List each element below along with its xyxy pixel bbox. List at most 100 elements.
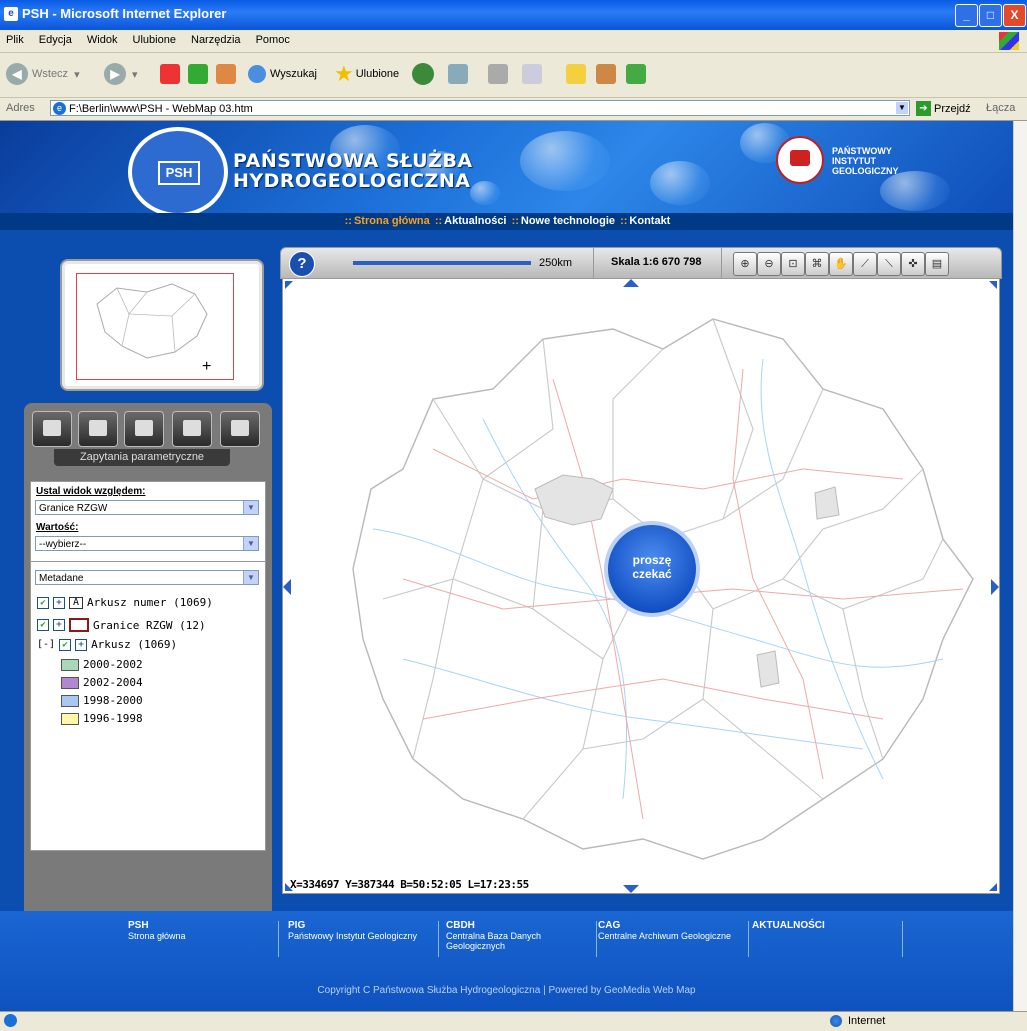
footer-link-cbdh[interactable]: CBDH Centralna Baza Danych Geologicznych bbox=[446, 921, 597, 957]
pig-line3: GEOLOGICZNY bbox=[832, 166, 899, 176]
messenger-button[interactable] bbox=[626, 59, 646, 89]
window-title: PSH - Microsoft Internet Explorer bbox=[22, 6, 227, 21]
notes-icon bbox=[566, 64, 586, 84]
top-navigation: :: Strona główna :: Aktualności :: Nowe tec… bbox=[0, 213, 1013, 230]
nav-contact[interactable]: Kontakt bbox=[629, 215, 670, 227]
footer-title: CAG bbox=[598, 920, 621, 931]
expand-icon[interactable]: + bbox=[53, 619, 65, 631]
mail-button[interactable] bbox=[448, 59, 468, 89]
menu-favorites[interactable]: Ulubione bbox=[127, 30, 182, 46]
user-icon bbox=[231, 420, 249, 436]
zoom-in-tool[interactable]: ⊕ bbox=[733, 252, 757, 276]
expand-icon[interactable]: + bbox=[75, 638, 88, 651]
home-button[interactable] bbox=[216, 59, 236, 89]
corner-arrow-ne[interactable] bbox=[989, 281, 997, 289]
menu-help[interactable]: Pomoc bbox=[250, 30, 296, 46]
corner-arrow-se[interactable] bbox=[989, 883, 997, 891]
zoom-out-icon: ⊖ bbox=[764, 258, 774, 270]
favorites-button[interactable]: ★ Ulubione bbox=[334, 59, 399, 89]
refresh-icon bbox=[188, 64, 208, 84]
notes-button[interactable] bbox=[566, 59, 586, 89]
menu-tools[interactable]: Narzędzia bbox=[185, 30, 247, 46]
tab-layers[interactable] bbox=[32, 411, 72, 447]
star-icon: ★ bbox=[334, 61, 354, 86]
legend-label: Arkusz (1069) bbox=[91, 638, 178, 651]
expand-icon[interactable]: + bbox=[53, 596, 65, 609]
page-icon: e bbox=[53, 102, 66, 115]
address-label: Adres bbox=[6, 102, 35, 114]
legend-range: 2002-2004 bbox=[61, 676, 143, 689]
address-dropdown-icon[interactable]: ▼ bbox=[896, 102, 908, 114]
loading-text-line1: proszę bbox=[632, 553, 672, 567]
footer-link-psh[interactable]: PSH Strona główna bbox=[128, 921, 279, 957]
measure-area-tool[interactable]: ⟍ bbox=[877, 252, 901, 276]
pig-logo[interactable]: PAŃSTWOWY INSTYTUT GEOLOGICZNY bbox=[776, 136, 936, 186]
edit-button[interactable] bbox=[522, 59, 542, 89]
zoom-window-tool[interactable]: ⊡ bbox=[781, 252, 805, 276]
maximize-button[interactable]: □ bbox=[979, 4, 1002, 27]
refresh-button[interactable] bbox=[188, 59, 208, 89]
nav-home[interactable]: Strona główna bbox=[354, 215, 430, 227]
forward-button[interactable]: ▶ ▾ bbox=[104, 59, 138, 89]
address-input[interactable]: e F:\Berlin\www\PSH - WebMap 03.htm bbox=[50, 100, 910, 116]
pan-tool[interactable]: ✋ bbox=[829, 252, 853, 276]
menu-bar: Plik Edycja Widok Ulubione Narzędzia Pom… bbox=[0, 30, 1027, 53]
color-swatch bbox=[61, 676, 79, 689]
view-label: Ustal widok względem: bbox=[36, 486, 146, 497]
value-select[interactable]: --wybierz-- ▼ bbox=[35, 536, 259, 551]
menu-edit[interactable]: Edycja bbox=[33, 30, 78, 46]
collapse-icon[interactable]: [-] bbox=[37, 639, 55, 650]
measure-icon: ⟋ bbox=[861, 258, 869, 270]
coordinates-tool[interactable]: ✜ bbox=[901, 252, 925, 276]
footer-link-pig[interactable]: PIG Państwowy Instytut Geologiczny bbox=[288, 921, 439, 957]
divider bbox=[593, 248, 594, 278]
footer-sub: Państwowy Instytut Geologiczny bbox=[288, 931, 418, 941]
metadata-select[interactable]: Metadane ▼ bbox=[35, 570, 259, 585]
checkbox[interactable]: ✔ bbox=[59, 638, 72, 651]
pan-north-arrow[interactable] bbox=[623, 279, 639, 287]
zoom-extent-tool[interactable]: ⌘ bbox=[805, 252, 829, 276]
psh-logo[interactable]: PSH bbox=[128, 127, 228, 217]
print-map-tool[interactable]: ▤ bbox=[925, 252, 949, 276]
view-select[interactable]: Granice RZGW ▼ bbox=[35, 500, 259, 515]
tab-parametric[interactable] bbox=[124, 411, 164, 447]
go-button[interactable]: ➔ Przejdź bbox=[916, 101, 971, 116]
footer-link-news[interactable]: AKTUALNOŚCI bbox=[752, 921, 903, 957]
boundary-swatch bbox=[69, 618, 89, 632]
pig-line1: PAŃSTWOWY bbox=[832, 146, 892, 156]
menu-view[interactable]: Widok bbox=[81, 30, 124, 46]
research-button[interactable] bbox=[596, 59, 616, 89]
search-button[interactable]: Wyszukaj bbox=[248, 59, 317, 89]
legend-label: Granice RZGW (12) bbox=[93, 618, 206, 632]
corner-arrow-nw[interactable] bbox=[285, 281, 293, 289]
back-button[interactable]: ◀ Wstecz ▾ bbox=[6, 59, 80, 89]
links-label[interactable]: Łącza bbox=[986, 102, 1015, 114]
help-button[interactable]: ? bbox=[289, 251, 315, 277]
legend-item-arkusz-numer: ✔ + A Arkusz numer (1069) bbox=[37, 596, 213, 609]
pan-west-arrow[interactable] bbox=[283, 579, 291, 595]
checkbox[interactable]: ✔ bbox=[37, 619, 49, 631]
measure-distance-tool[interactable]: ⟋ bbox=[853, 252, 877, 276]
tab-query[interactable] bbox=[78, 411, 118, 447]
stop-button[interactable] bbox=[160, 59, 180, 89]
nav-news[interactable]: Aktualności bbox=[444, 215, 506, 227]
tab-search[interactable] bbox=[172, 411, 212, 447]
close-button[interactable]: X bbox=[1003, 4, 1026, 27]
range-label: 2002-2004 bbox=[83, 676, 143, 689]
print-icon bbox=[488, 64, 508, 84]
scale-bar-label: 250km bbox=[539, 257, 573, 269]
overview-map[interactable]: + bbox=[60, 259, 264, 391]
tab-user[interactable] bbox=[220, 411, 260, 447]
print-button[interactable] bbox=[488, 59, 508, 89]
go-label: Przejdź bbox=[934, 102, 971, 115]
pan-east-arrow[interactable] bbox=[991, 579, 999, 595]
menu-file[interactable]: Plik bbox=[0, 30, 30, 46]
checkbox[interactable]: ✔ bbox=[37, 596, 49, 609]
footer-link-cag[interactable]: CAG Centralne Archiwum Geologiczne bbox=[598, 921, 749, 957]
nav-technologies[interactable]: Nowe technologie bbox=[521, 215, 615, 227]
zoom-out-tool[interactable]: ⊖ bbox=[757, 252, 781, 276]
history-button[interactable] bbox=[412, 59, 434, 89]
pan-south-arrow[interactable] bbox=[623, 885, 639, 893]
vertical-scrollbar[interactable] bbox=[1013, 121, 1027, 1011]
minimize-button[interactable]: _ bbox=[955, 4, 978, 27]
